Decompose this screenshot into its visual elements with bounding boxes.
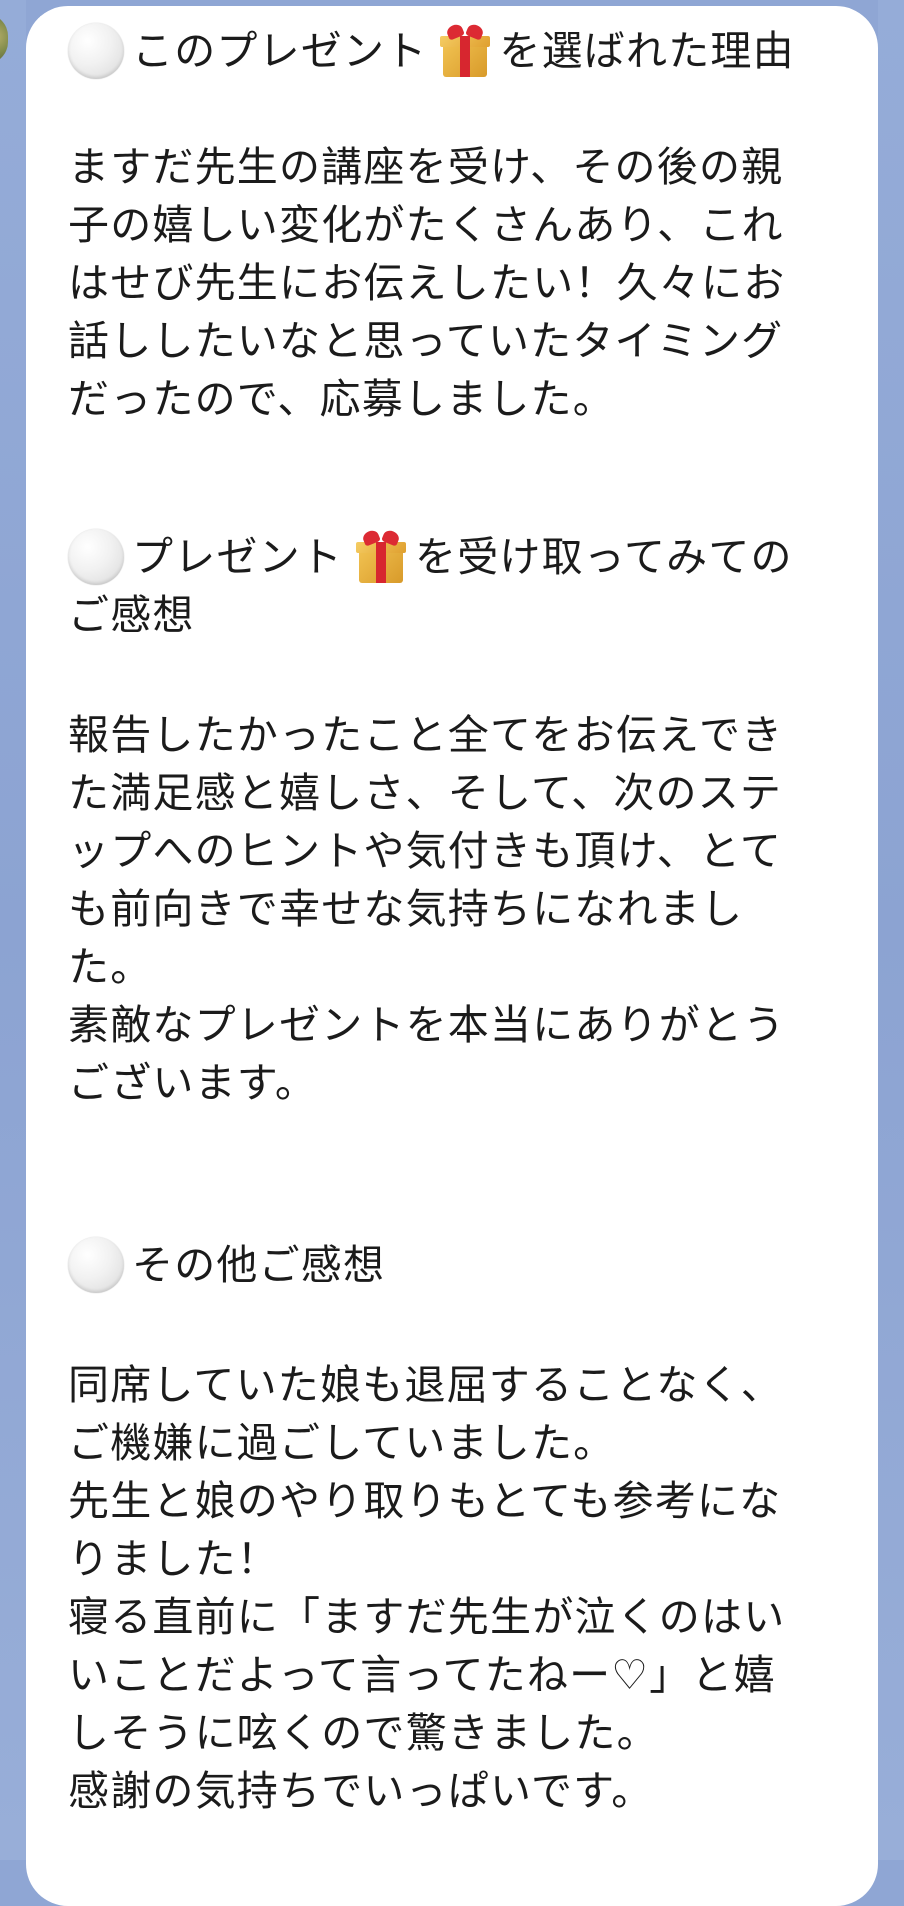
white-circle-icon: [68, 23, 124, 79]
section3-line: 寝る直前に「ますだ先生が泣くのはい: [68, 1593, 786, 1641]
gift-icon: [437, 22, 493, 79]
white-circle-icon: [68, 529, 124, 585]
section2-body: 報告したかったこと全てをお伝えでき た満足感と嬉しさ、そして、次のステ ップへの…: [68, 706, 848, 1112]
section2-line: た満足感と嬉しさ、そして、次のステ: [68, 769, 783, 817]
section2-heading: プレゼント を受け取ってみての: [68, 528, 848, 586]
section1-body: ますだ先生の講座を受け、その後の親 子の嬉しい変化がたくさんあり、これ はせび先…: [68, 138, 848, 428]
chat-background-right: [878, 0, 904, 1860]
white-circle-icon: [68, 1237, 124, 1293]
section1-line: 話ししたいなと思っていたタイミング: [68, 317, 784, 365]
section3-line: 同席していた娘も退屈することなく、: [68, 1361, 783, 1409]
section1-heading: このプレゼント を選ばれた理由: [68, 22, 848, 80]
section2-line: 報告したかったこと全てをお伝えでき: [68, 711, 784, 759]
section3-line: ご機嫌に過ごしていました。: [68, 1419, 616, 1467]
section2-heading-text-after: を受け取ってみての: [415, 533, 793, 581]
section1-line: 子の嬉しい変化がたくさんあり、これ: [68, 201, 784, 249]
section3-body: 同席していた娘も退屈することなく、 ご機嫌に過ごしていました。 先生と娘のやり取…: [68, 1356, 848, 1820]
section3-line: 感謝の気持ちでいっぱいです。: [68, 1767, 654, 1815]
section1-line: ますだ先生の講座を受け、その後の親: [68, 143, 784, 191]
section3-line: りました！: [68, 1535, 279, 1583]
section3-line: しそうに呟くので驚きました。: [68, 1709, 659, 1757]
section3-heading: その他ご感想: [68, 1236, 848, 1294]
section2-line: ップへのヒントや気付きも頂け、とて: [68, 827, 783, 875]
section2-line: た。: [68, 943, 153, 991]
section1-heading-text-after: を選ばれた理由: [499, 27, 795, 75]
message-text: このプレゼント を選ばれた理由 ますだ先生の講座を受け、その後の親 子の嬉しい変…: [68, 22, 848, 1820]
section1-line: だったので、応募しました。: [68, 375, 615, 423]
section3-line: いことだよって言ってたねー♡」と嬉: [68, 1651, 776, 1699]
section2-line: も前向きで幸せな気持ちになれまし: [68, 885, 744, 933]
section2-heading-line2: ご感想: [68, 591, 195, 639]
section3-line: 先生と娘のやり取りもとても参考にな: [68, 1477, 782, 1525]
section2-line: 素敵なプレゼントを本当にありがとう: [68, 1001, 786, 1049]
section1-line: はせび先生にお伝えしたい！久々にお: [68, 259, 786, 307]
bubble-tail: [40, 16, 60, 34]
section3-heading-text: その他ご感想: [132, 1241, 386, 1289]
section2-line: ございます。: [68, 1059, 318, 1107]
chat-background-left: [0, 0, 26, 1860]
gift-icon: [353, 528, 409, 585]
section1-heading-text-before: このプレゼント: [132, 27, 428, 75]
section2-heading-text-before: プレゼント: [132, 533, 343, 581]
